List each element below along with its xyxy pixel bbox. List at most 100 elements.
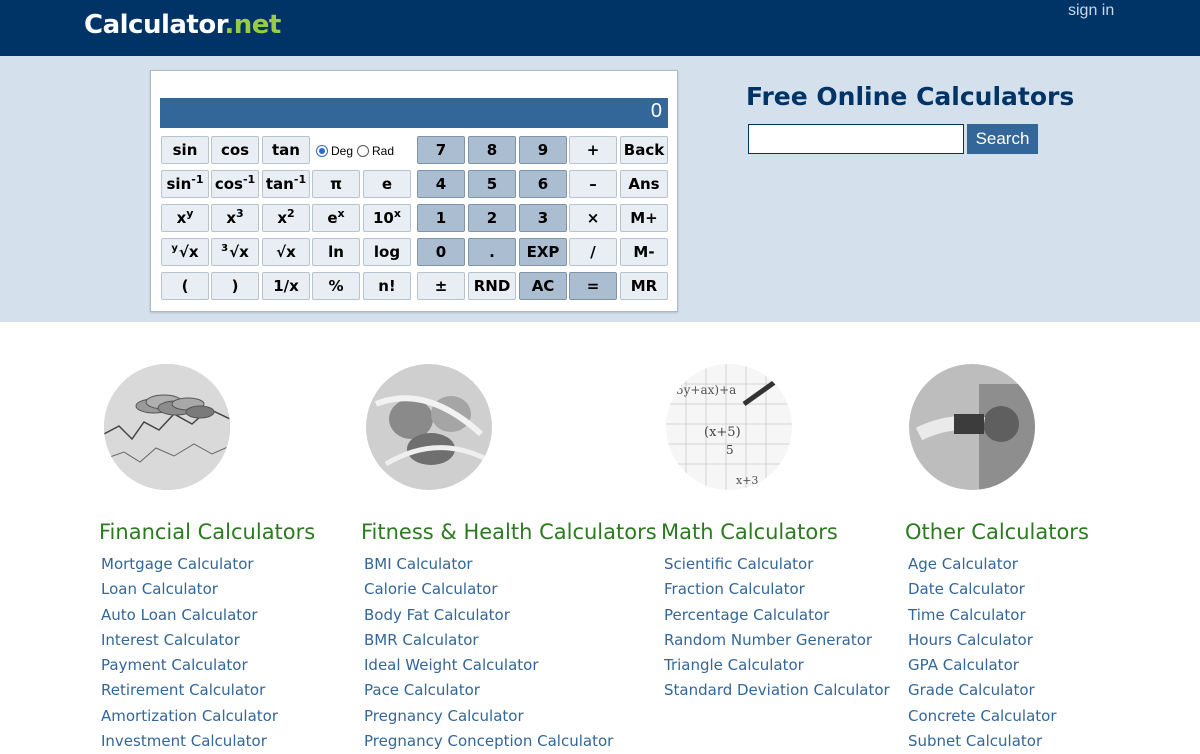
other-link[interactable]: Subnet Calculator: [908, 729, 1057, 754]
key-equals[interactable]: =: [569, 272, 617, 300]
math-link[interactable]: Random Number Generator: [664, 628, 890, 653]
other-link[interactable]: Hours Calculator: [908, 628, 1057, 653]
key-6[interactable]: 6: [519, 170, 567, 198]
financial-link[interactable]: Investment Calculator: [101, 729, 278, 754]
key-4[interactable]: 4: [417, 170, 465, 198]
key-5[interactable]: 5: [468, 170, 516, 198]
calculator-display: 0: [160, 98, 668, 128]
key-minus[interactable]: –: [569, 170, 617, 198]
financial-link[interactable]: Auto Loan Calculator: [101, 603, 278, 628]
deg-radio[interactable]: [316, 145, 328, 157]
fitness-link[interactable]: Ideal Weight Calculator: [364, 653, 613, 678]
financial-link[interactable]: Interest Calculator: [101, 628, 278, 653]
key-atan[interactable]: tan -1: [262, 170, 310, 198]
sign-in-link[interactable]: sign in: [1068, 2, 1114, 20]
other-links: Age Calculator Date Calculator Time Calc…: [908, 552, 1057, 754]
key-acos[interactable]: cos -1: [211, 170, 259, 198]
key-plus-minus[interactable]: ±: [417, 272, 465, 300]
financial-link[interactable]: Amortization Calculator: [101, 704, 278, 729]
key-factorial[interactable]: n!: [363, 272, 411, 300]
other-link[interactable]: Time Calculator: [908, 603, 1057, 628]
fuel-pump-icon: [909, 364, 1035, 490]
math-category-image[interactable]: 5y+ax)+a (x+5) 5 x+3: [666, 364, 792, 490]
key-tan[interactable]: tan: [262, 136, 310, 164]
other-link[interactable]: Age Calculator: [908, 552, 1057, 577]
key-sin[interactable]: sin: [161, 136, 209, 164]
key-x-cubed[interactable]: x3: [211, 204, 259, 232]
financial-link[interactable]: Retirement Calculator: [101, 678, 278, 703]
deg-label: Deg: [331, 144, 354, 158]
key-reciprocal[interactable]: 1/x: [262, 272, 310, 300]
key-memory-subtract[interactable]: M-: [620, 238, 668, 266]
fitness-link[interactable]: BMR Calculator: [364, 628, 613, 653]
math-link[interactable]: Fraction Calculator: [664, 577, 890, 602]
key-memory-add[interactable]: M+: [620, 204, 668, 232]
key-x-pow-y[interactable]: xy: [161, 204, 209, 232]
fitness-category-image[interactable]: [366, 364, 492, 490]
key-ln[interactable]: ln: [312, 238, 360, 266]
other-category-title[interactable]: Other Calculators: [905, 520, 1089, 544]
math-link[interactable]: Standard Deviation Calculator: [664, 678, 890, 703]
math-category-title[interactable]: Math Calculators: [661, 520, 838, 544]
key-cos[interactable]: cos: [211, 136, 259, 164]
key-e[interactable]: e: [363, 170, 411, 198]
fitness-category-title[interactable]: Fitness & Health Calculators: [361, 520, 657, 544]
search-input[interactable]: [748, 124, 964, 154]
math-link[interactable]: Percentage Calculator: [664, 603, 890, 628]
key-percent[interactable]: %: [312, 272, 360, 300]
key-all-clear[interactable]: AC: [519, 272, 567, 300]
search-button[interactable]: Search: [967, 124, 1038, 154]
other-link[interactable]: GPA Calculator: [908, 653, 1057, 678]
key-7[interactable]: 7: [417, 136, 465, 164]
key-multiply[interactable]: ×: [569, 204, 617, 232]
key-plus[interactable]: +: [569, 136, 617, 164]
financial-category-title[interactable]: Financial Calculators: [99, 520, 315, 544]
math-link[interactable]: Triangle Calculator: [664, 653, 890, 678]
financial-category-image[interactable]: [104, 364, 230, 490]
math-links: Scientific Calculator Fraction Calculato…: [664, 552, 890, 704]
key-x-squared[interactable]: x2: [262, 204, 310, 232]
key-e-pow-x[interactable]: ex: [312, 204, 360, 232]
key-close-paren[interactable]: ): [211, 272, 259, 300]
key-divide[interactable]: /: [569, 238, 617, 266]
fitness-link[interactable]: Pregnancy Calculator: [364, 704, 613, 729]
key-8[interactable]: 8: [468, 136, 516, 164]
key-back[interactable]: Back: [620, 136, 668, 164]
key-cube-root[interactable]: 3 √x: [211, 238, 259, 266]
key-0[interactable]: 0: [417, 238, 465, 266]
key-pi[interactable]: π: [312, 170, 360, 198]
angle-mode-selector: Deg Rad: [316, 137, 406, 165]
key-random[interactable]: RND: [468, 272, 516, 300]
key-ans[interactable]: Ans: [620, 170, 668, 198]
key-9[interactable]: 9: [519, 136, 567, 164]
financial-link[interactable]: Payment Calculator: [101, 653, 278, 678]
rad-radio[interactable]: [357, 145, 370, 157]
key-square-root[interactable]: √x: [262, 238, 310, 266]
other-link[interactable]: Concrete Calculator: [908, 704, 1057, 729]
fitness-link[interactable]: Calorie Calculator: [364, 577, 613, 602]
key-3[interactable]: 3: [519, 204, 567, 232]
other-link[interactable]: Grade Calculator: [908, 678, 1057, 703]
key-memory-recall[interactable]: MR: [620, 272, 668, 300]
key-ten-pow-x[interactable]: 10 x: [363, 204, 411, 232]
other-category-image[interactable]: [909, 364, 1035, 490]
fitness-link[interactable]: Pace Calculator: [364, 678, 613, 703]
key-decimal[interactable]: .: [468, 238, 516, 266]
site-logo[interactable]: Calculator.net: [84, 10, 281, 40]
fitness-link[interactable]: BMI Calculator: [364, 552, 613, 577]
svg-text:(x+5): (x+5): [704, 425, 741, 440]
financial-link[interactable]: Mortgage Calculator: [101, 552, 278, 577]
key-log[interactable]: log: [363, 238, 411, 266]
key-2[interactable]: 2: [468, 204, 516, 232]
key-exp[interactable]: EXP: [519, 238, 567, 266]
svg-text:x+3: x+3: [736, 474, 758, 487]
key-1[interactable]: 1: [417, 204, 465, 232]
fitness-link[interactable]: Pregnancy Conception Calculator: [364, 729, 613, 754]
financial-link[interactable]: Loan Calculator: [101, 577, 278, 602]
key-open-paren[interactable]: (: [161, 272, 209, 300]
math-link[interactable]: Scientific Calculator: [664, 552, 890, 577]
key-asin[interactable]: sin -1: [161, 170, 209, 198]
other-link[interactable]: Date Calculator: [908, 577, 1057, 602]
fitness-link[interactable]: Body Fat Calculator: [364, 603, 613, 628]
key-y-root[interactable]: y √x: [161, 238, 209, 266]
